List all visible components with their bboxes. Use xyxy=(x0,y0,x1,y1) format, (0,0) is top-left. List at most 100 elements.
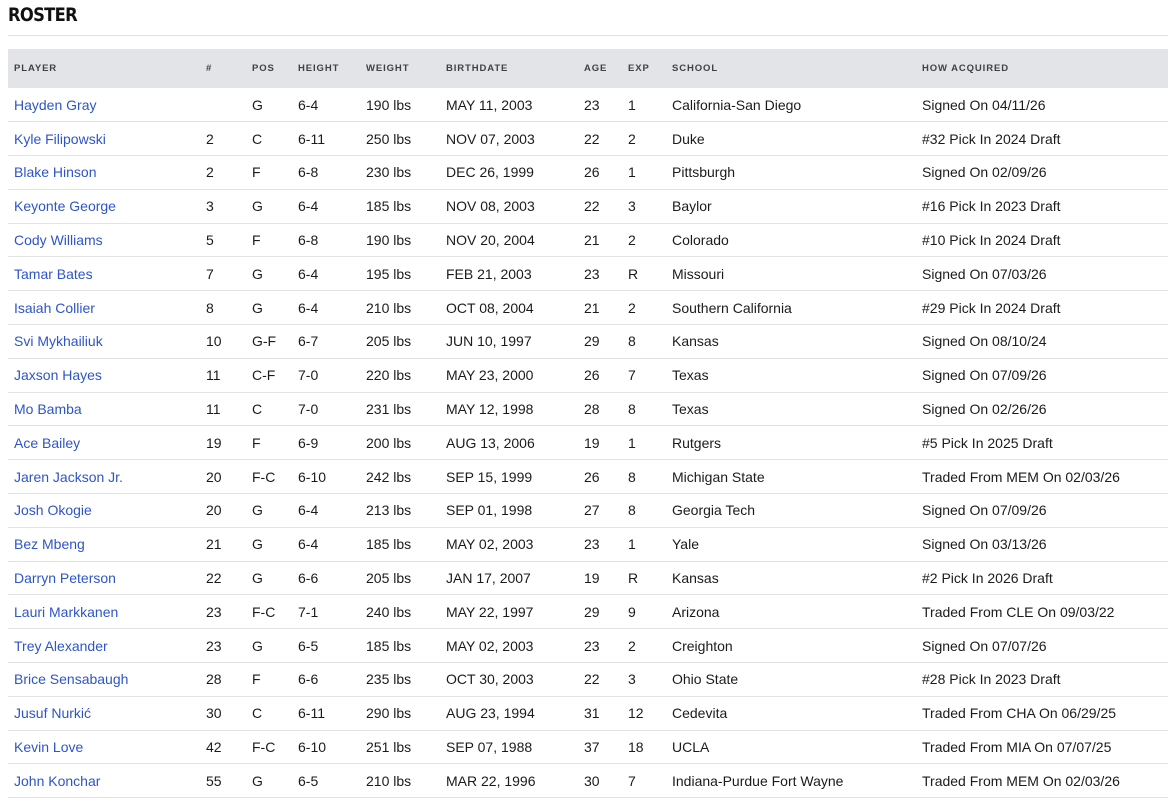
column-header-number[interactable]: # xyxy=(200,49,246,88)
player-experience: 2 xyxy=(628,637,636,654)
player-position: C xyxy=(252,705,263,722)
player-school: Southern California xyxy=(672,299,792,316)
player-how-acquired: Signed On 08/10/24 xyxy=(922,333,1047,350)
column-header-height[interactable]: HEIGHT xyxy=(292,49,360,88)
player-position: F xyxy=(252,164,261,181)
player-experience: 3 xyxy=(628,198,636,215)
table-row: John Konchar 55 G 6-5 210 lbs MAR 22, 1996 30 7… xyxy=(8,764,1168,798)
player-position: C-F xyxy=(252,367,276,384)
player-position: F xyxy=(252,434,261,451)
player-name-link[interactable]: Kevin Love xyxy=(14,739,83,755)
player-birthdate: JUN 10, 1997 xyxy=(446,333,532,350)
player-how-acquired: Signed On 07/09/26 xyxy=(922,502,1047,519)
player-name-link[interactable]: Svi Mykhailiuk xyxy=(14,333,103,349)
player-position: F-C xyxy=(252,468,276,485)
table-row: Josh Okogie 20 G 6-4 213 lbs SEP 01, 1998 27 8 G… xyxy=(8,494,1168,528)
player-name-cell: John Konchar xyxy=(8,764,200,798)
player-number xyxy=(200,88,246,122)
column-header-age[interactable]: AGE xyxy=(578,49,622,88)
player-name-link[interactable]: Brice Sensabaugh xyxy=(14,671,128,687)
player-height: 6-6 xyxy=(298,671,319,688)
column-header-birthdate[interactable]: BIRTHDATE xyxy=(440,49,578,88)
player-weight: 195 lbs xyxy=(366,265,412,282)
table-row: Trey Alexander 23 G 6-5 185 lbs MAY 02, 2003 2… xyxy=(8,629,1168,663)
player-school: Kansas xyxy=(672,333,719,350)
player-position: G xyxy=(252,198,263,215)
player-position: G xyxy=(252,299,263,316)
player-name-cell: Jusuf Nurkić xyxy=(8,696,200,730)
player-name-link[interactable]: Isaiah Collier xyxy=(14,300,95,316)
player-school: Arizona xyxy=(672,603,720,620)
player-name-link[interactable]: Keyonte George xyxy=(14,198,116,214)
player-name-link[interactable]: Jusuf Nurkić xyxy=(14,705,91,721)
column-header-school[interactable]: SCHOOL xyxy=(666,49,916,88)
player-name-link[interactable]: Darryn Peterson xyxy=(14,570,116,586)
player-name-cell: Trey Alexander xyxy=(8,629,200,663)
player-height: 6-11 xyxy=(298,130,325,147)
player-position: G xyxy=(252,96,263,113)
player-name-link[interactable]: Jaren Jackson Jr. xyxy=(14,469,123,485)
player-age: 21 xyxy=(584,299,600,316)
table-row: Svi Mykhailiuk 10 G-F 6-7 205 lbs JUN 10, 199… xyxy=(8,325,1168,359)
player-experience: R xyxy=(628,265,639,282)
player-birthdate: MAY 02, 2003 xyxy=(446,637,534,654)
player-height: 7-1 xyxy=(298,603,319,620)
player-weight: 205 lbs xyxy=(366,570,412,587)
player-position: G xyxy=(252,536,263,553)
player-position: C xyxy=(252,130,263,147)
player-name-link[interactable]: Josh Okogie xyxy=(14,502,92,518)
player-name-link[interactable]: Mo Bamba xyxy=(14,401,82,417)
player-experience: 18 xyxy=(628,739,644,756)
player-position: G xyxy=(252,637,263,654)
table-row: Darryn Peterson 22 G 6-6 205 lbs JAN 17, 2007… xyxy=(8,561,1168,595)
player-how-acquired: Signed On 04/11/26 xyxy=(922,96,1046,113)
player-name-link[interactable]: Blake Hinson xyxy=(14,164,97,180)
player-name-link[interactable]: Trey Alexander xyxy=(14,638,108,654)
player-position: F xyxy=(252,232,261,249)
player-experience: 12 xyxy=(628,705,644,722)
player-name-cell: Mo Bamba xyxy=(8,392,200,426)
player-name-link[interactable]: John Konchar xyxy=(14,773,100,789)
player-height: 6-4 xyxy=(298,502,319,519)
player-height: 6-9 xyxy=(298,434,319,451)
player-age: 22 xyxy=(584,198,600,215)
column-header-exp[interactable]: EXP xyxy=(622,49,666,88)
player-name-cell: Jaxson Hayes xyxy=(8,358,200,392)
player-age: 30 xyxy=(584,772,600,789)
player-name-link[interactable]: Hayden Gray xyxy=(14,97,96,113)
column-header-player[interactable]: PLAYER xyxy=(8,49,200,88)
player-name-link[interactable]: Kyle Filipowski xyxy=(14,131,106,147)
player-height: 6-4 xyxy=(298,536,319,553)
player-how-acquired: #5 Pick In 2025 Draft xyxy=(922,434,1053,451)
player-weight: 250 lbs xyxy=(366,130,412,147)
player-height: 6-5 xyxy=(298,772,319,789)
player-name-link[interactable]: Bez Mbeng xyxy=(14,536,85,552)
column-header-pos[interactable]: POS xyxy=(246,49,292,88)
player-weight: 251 lbs xyxy=(366,739,412,756)
player-number: 2 xyxy=(206,130,214,147)
player-name-cell: Brice Sensabaugh xyxy=(8,663,200,697)
section-title: ROSTER xyxy=(8,4,78,26)
player-name-cell: Tamar Bates xyxy=(8,257,200,291)
column-header-weight[interactable]: WEIGHT xyxy=(360,49,440,88)
player-name-link[interactable]: Jaxson Hayes xyxy=(14,367,102,383)
player-weight: 231 lbs xyxy=(366,401,412,418)
column-header-how-acquired[interactable]: HOW ACQUIRED xyxy=(916,49,1168,88)
player-how-acquired: #2 Pick In 2026 Draft xyxy=(922,570,1053,587)
player-birthdate: FEB 21, 2003 xyxy=(446,265,532,282)
player-weight: 190 lbs xyxy=(366,232,412,249)
player-name-link[interactable]: Cody Williams xyxy=(14,232,103,248)
player-height: 6-10 xyxy=(298,739,327,756)
player-name-link[interactable]: Lauri Markkanen xyxy=(14,604,118,620)
roster-table: PLAYER # POS HEIGHT WEIGHT BIRTHDATE AGE… xyxy=(8,49,1168,798)
player-experience: 3 xyxy=(628,671,636,688)
player-experience: 1 xyxy=(628,536,636,553)
player-age: 19 xyxy=(584,434,600,451)
player-position: F xyxy=(252,671,261,688)
player-name-cell: Hayden Gray xyxy=(8,88,200,122)
player-name-cell: Kevin Love xyxy=(8,730,200,764)
player-position: G xyxy=(252,265,263,282)
player-name-link[interactable]: Ace Bailey xyxy=(14,435,80,451)
player-name-link[interactable]: Tamar Bates xyxy=(14,266,93,282)
table-row: Jaren Jackson Jr. 20 F-C 6-10 242 lbs SEP 15,… xyxy=(8,460,1168,494)
